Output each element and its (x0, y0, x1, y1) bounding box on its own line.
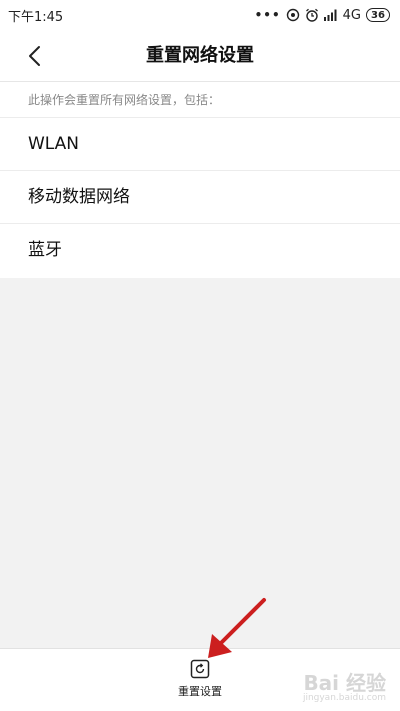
hotspot-icon (286, 8, 300, 22)
watermark-text: Bai 经验 (303, 671, 386, 695)
reset-icon (190, 659, 210, 679)
status-right: ••• 4G 36 (255, 8, 390, 23)
more-dots-icon: ••• (254, 8, 281, 22)
reset-settings-button[interactable]: 重置设置 (160, 659, 240, 707)
signal-icon (323, 9, 338, 21)
status-left: 下午1:45 (8, 6, 63, 25)
page-title: 重置网络设置 (146, 45, 254, 66)
reset-settings-label: 重置设置 (178, 685, 222, 698)
network-type-label: 4G (342, 7, 361, 23)
battery-icon: 36 (366, 8, 390, 22)
list-item-mobile-data: 移动数据网络 (0, 171, 400, 224)
description-text: 此操作会重置所有网络设置，包括： (0, 82, 400, 118)
list-item-wlan: WLAN (0, 118, 400, 171)
arrow-shaft (214, 598, 266, 650)
watermark-url: jingyan.baidu.com (302, 693, 386, 703)
alarm-icon (305, 8, 319, 22)
battery-level: 36 (371, 9, 385, 21)
watermark: Bai 经验 jingyan.baidu.com (303, 673, 386, 703)
status-bar: 下午1:45 ••• 4G 36 (0, 0, 400, 30)
settings-list: 此操作会重置所有网络设置，包括： WLAN 移动数据网络 蓝牙 (0, 82, 400, 278)
header: 重置网络设置 (0, 30, 400, 82)
list-item-bluetooth: 蓝牙 (28, 240, 62, 260)
status-time: 下午1:45 (8, 9, 64, 25)
